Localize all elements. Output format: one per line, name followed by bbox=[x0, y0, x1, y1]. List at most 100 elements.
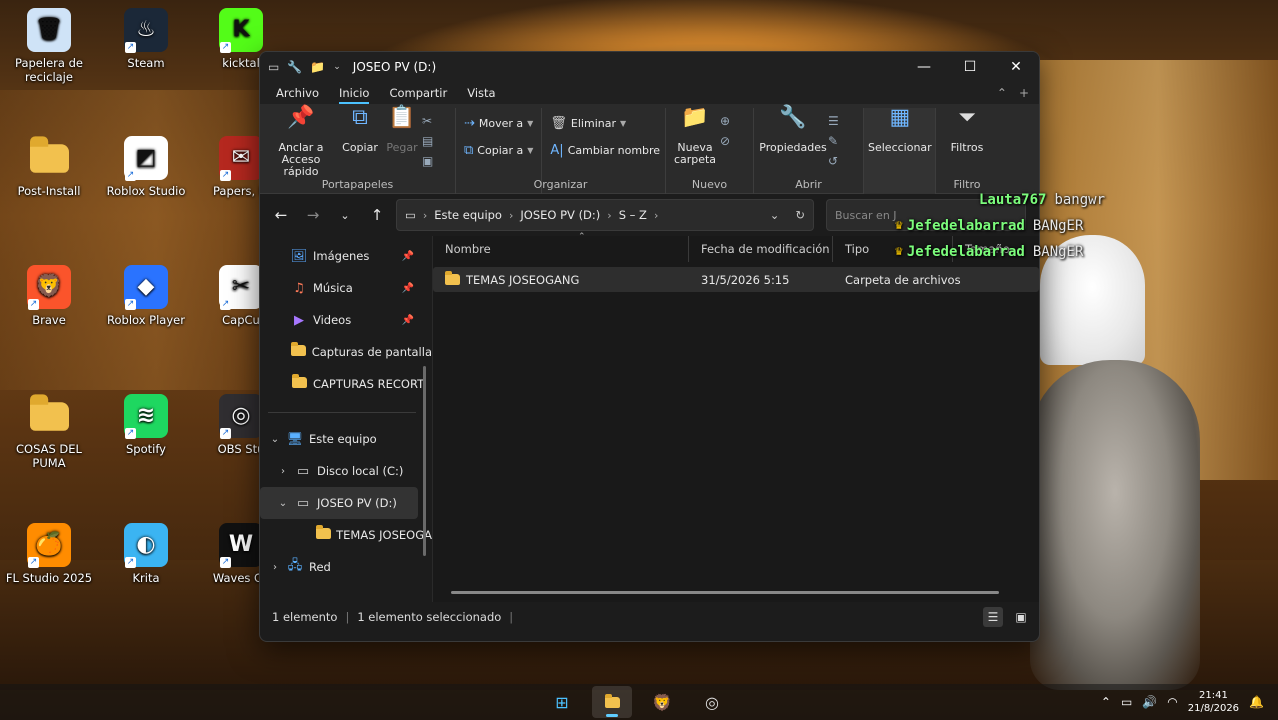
desktop-icon[interactable]: ◩ ↗ Roblox Studio bbox=[101, 136, 191, 198]
desktop-icon-label: Roblox Player bbox=[107, 313, 185, 327]
shortcut-arrow-icon: ↗ bbox=[220, 557, 231, 568]
paste-label: Pegar bbox=[386, 141, 418, 154]
volume-icon[interactable]: 🔊 bbox=[1142, 695, 1157, 709]
column-fecha[interactable]: Fecha de modificación bbox=[689, 236, 833, 262]
copy-to-label: Copiar a bbox=[477, 144, 524, 157]
nav-scrollbar[interactable] bbox=[423, 366, 426, 556]
taskbar-file-explorer[interactable] bbox=[592, 686, 632, 718]
group-nuevo: 📁 Nueva carpeta ⊕ ⊘ Nuevo bbox=[666, 107, 754, 194]
wrench-icon: 🔧 bbox=[779, 105, 807, 130]
refresh-icon[interactable]: ↻ bbox=[795, 208, 805, 222]
tab-archivo[interactable]: Archivo bbox=[266, 86, 329, 100]
sidebar-item[interactable]: 🖼 Imágenes 📌 bbox=[260, 240, 432, 272]
navigation-pane: 🖼 Imágenes 📌 ♫ Música 📌 ▶ Videos 📌 Capturas de pa… bbox=[260, 236, 432, 602]
ribbon-tabs: Archivo Inicio Compartir Vista ⌃ + bbox=[260, 82, 1039, 104]
sidebar-item[interactable]: Capturas de pantalla bbox=[260, 336, 432, 368]
desktop-icon[interactable]: 🦁 ↗ Brave bbox=[4, 265, 94, 327]
close-button[interactable]: ✕ bbox=[993, 52, 1039, 82]
notifications-bell-icon[interactable]: 🔔 bbox=[1249, 695, 1264, 709]
forward-button[interactable]: → bbox=[300, 206, 326, 224]
pin-icon: 📌 bbox=[287, 105, 315, 130]
desktop-icon-label: COSAS DEL PUMA bbox=[16, 442, 82, 470]
shortcut-arrow-icon: ↗ bbox=[125, 428, 136, 439]
delete-button[interactable]: 🗑 Eliminar ▼ bbox=[546, 114, 664, 133]
chevron-down-icon: ▼ bbox=[527, 146, 534, 155]
open-icon[interactable]: ☰ bbox=[828, 114, 839, 128]
recent-locations-button[interactable]: ⌄ bbox=[332, 209, 358, 222]
easy-access-icon[interactable]: ⊘ bbox=[720, 134, 730, 148]
tree-item[interactable]: › 🖧 Red bbox=[260, 551, 432, 583]
show-hidden-icons-icon[interactable]: ⌃ bbox=[1101, 695, 1111, 709]
sidebar-item[interactable]: ♫ Música 📌 bbox=[260, 272, 432, 304]
tree-item[interactable]: ⌄ 🖥 Este equipo bbox=[260, 423, 432, 455]
shortcut-arrow-icon: ↗ bbox=[220, 299, 231, 310]
column-nombre[interactable]: Nombre bbox=[433, 236, 689, 262]
file-name: TEMAS JOSEOGANG bbox=[466, 272, 580, 287]
large-icons-view-icon[interactable]: ▣ bbox=[1011, 607, 1031, 627]
horizontal-scrollbar[interactable] bbox=[451, 591, 999, 594]
help-icon[interactable]: + bbox=[1019, 86, 1029, 100]
clock[interactable]: 21:41 21/8/2026 bbox=[1188, 689, 1239, 715]
battery-icon[interactable]: ▭ bbox=[1121, 695, 1132, 709]
shortcut-arrow-icon: ↗ bbox=[220, 428, 231, 439]
new-item-icon[interactable]: ⊕ bbox=[720, 114, 730, 128]
group-label: Nuevo bbox=[691, 178, 728, 191]
breadcrumb-este-equipo[interactable]: Este equipo bbox=[434, 208, 502, 222]
copy-path-icon[interactable]: ▤ bbox=[422, 134, 433, 148]
taskbar-brave[interactable]: 🦁 bbox=[642, 686, 682, 718]
crown-icon: ♛ bbox=[895, 244, 903, 259]
address-bar[interactable]: ▭ › Este equipo › JOSEO PV (D:) › S – Z … bbox=[396, 199, 814, 231]
file-row[interactable]: TEMAS JOSEOGANG 31/5/2026 5:15 Carpeta de … bbox=[433, 267, 1039, 292]
breadcrumb-joseo-pv[interactable]: JOSEO PV (D:) bbox=[520, 208, 600, 222]
desktop-icon[interactable]: COSAS DEL PUMA bbox=[4, 393, 94, 470]
taskbar-obs[interactable]: ◎ bbox=[692, 686, 732, 718]
chevron-icon[interactable]: ⌄ bbox=[268, 434, 282, 445]
breadcrumb-s-z[interactable]: S – Z bbox=[619, 208, 647, 222]
pin-label: Anclar a Acceso rápido bbox=[278, 141, 324, 178]
back-button[interactable]: ← bbox=[268, 206, 294, 224]
new-folder-quick-icon[interactable]: 📁 bbox=[310, 60, 325, 74]
properties-quick-icon[interactable]: 🔧 bbox=[287, 60, 302, 74]
filter-icon: ⏷ bbox=[958, 105, 976, 130]
details-view-icon[interactable]: ☰ bbox=[983, 607, 1003, 627]
chevron-down-icon[interactable]: ⌄ bbox=[333, 62, 341, 72]
copy-to-icon: ⧉ bbox=[464, 143, 474, 158]
desktop-icon[interactable]: 🗑 Papelera de reciclaje bbox=[4, 8, 94, 84]
select-grid-icon: ▦ bbox=[889, 105, 911, 130]
minimize-button[interactable]: — bbox=[901, 52, 947, 82]
folder-icon bbox=[445, 270, 460, 285]
collapse-ribbon-icon[interactable]: ⌃ bbox=[997, 86, 1007, 100]
title-bar[interactable]: ▭ 🔧 📁 ⌄ JOSEO PV (D:) — ☐ ✕ bbox=[260, 52, 1039, 82]
sidebar-item[interactable]: ▶ Videos 📌 bbox=[260, 304, 432, 336]
copy-to-button[interactable]: ⧉ Copiar a ▼ bbox=[460, 141, 537, 160]
tree-item[interactable]: › ▭ Disco local (C:) bbox=[260, 455, 432, 487]
chevron-icon[interactable]: › bbox=[276, 466, 290, 477]
desktop-icon[interactable]: ◆ ↗ Roblox Player bbox=[101, 265, 191, 327]
sidebar-item[interactable]: CAPTURAS RECORT bbox=[260, 368, 432, 400]
start-button[interactable]: ⊞ bbox=[542, 686, 582, 718]
address-history-chevron-icon[interactable]: ⌄ bbox=[770, 208, 780, 222]
cut-icon[interactable]: ✂ bbox=[422, 114, 433, 128]
tree-item[interactable]: TEMAS JOSEOGA bbox=[260, 519, 432, 551]
rename-button[interactable]: A| Cambiar nombre bbox=[546, 141, 664, 160]
up-button[interactable]: ↑ bbox=[364, 206, 390, 224]
paste-shortcut-icon[interactable]: ▣ bbox=[422, 154, 433, 168]
move-to-button[interactable]: ⇢ Mover a ▼ bbox=[460, 114, 537, 133]
chevron-icon[interactable]: › bbox=[268, 562, 282, 573]
desktop-icon[interactable]: ♨ ↗ Steam bbox=[101, 8, 191, 70]
tab-vista[interactable]: Vista bbox=[457, 86, 505, 100]
tree-item[interactable]: ⌄ ▭ JOSEO PV (D:) bbox=[260, 487, 418, 519]
desktop-icon[interactable]: 🍊 ↗ FL Studio 2025 bbox=[4, 523, 94, 585]
edit-icon[interactable]: ✎ bbox=[828, 134, 839, 148]
tree-item-label: Este equipo bbox=[309, 432, 377, 446]
history-icon[interactable]: ↺ bbox=[828, 154, 839, 168]
tab-inicio[interactable]: Inicio bbox=[329, 86, 379, 104]
wifi-icon[interactable]: ◠ bbox=[1167, 695, 1177, 709]
maximize-button[interactable]: ☐ bbox=[947, 52, 993, 82]
chevron-icon[interactable]: ⌄ bbox=[276, 498, 290, 509]
select-button[interactable]: ▦ Seleccionar bbox=[868, 105, 932, 194]
desktop-icon[interactable]: ≋ ↗ Spotify bbox=[101, 394, 191, 456]
tab-compartir[interactable]: Compartir bbox=[379, 86, 457, 100]
desktop-icon[interactable]: Post-Install bbox=[4, 135, 94, 198]
desktop-icon[interactable]: ◐ ↗ Krita bbox=[101, 523, 191, 585]
